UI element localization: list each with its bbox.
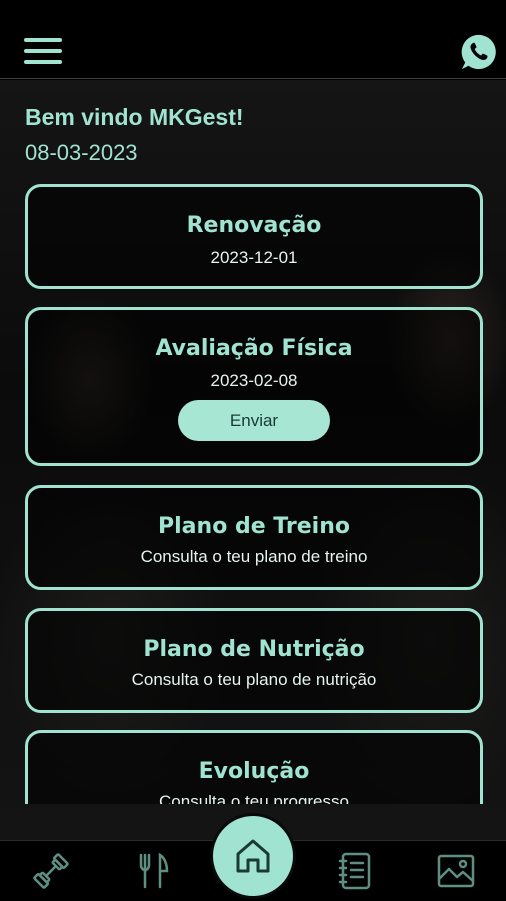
renewal-card[interactable]: Renovação 2023-12-01 bbox=[25, 184, 483, 289]
training-title: Plano de Treino bbox=[158, 514, 350, 539]
evolution-subtitle: Consulta o teu progresso bbox=[159, 792, 349, 804]
nutrition-plan-card[interactable]: Plano de Nutrição Consulta o teu plano d… bbox=[25, 608, 483, 713]
home-button[interactable] bbox=[213, 816, 293, 896]
nutrition-title: Plano de Nutrição bbox=[143, 637, 365, 662]
hamburger-menu-icon[interactable] bbox=[24, 38, 62, 66]
cards-list[interactable]: Renovação 2023-12-01 Avaliação Física 20… bbox=[0, 180, 506, 804]
training-plan-card[interactable]: Plano de Treino Consulta o teu plano de … bbox=[25, 485, 483, 590]
gallery-icon[interactable] bbox=[436, 851, 476, 891]
whatsapp-icon[interactable] bbox=[460, 33, 498, 71]
dumbbell-icon[interactable] bbox=[31, 851, 71, 891]
welcome-greeting: Bem vindo MKGest! bbox=[25, 104, 244, 130]
fork-knife-icon[interactable] bbox=[133, 851, 173, 891]
send-button[interactable]: Enviar bbox=[178, 400, 330, 441]
evolution-card[interactable]: Evolução Consulta o teu progresso bbox=[25, 730, 483, 804]
home-icon bbox=[236, 839, 270, 873]
assessment-date: 2023-02-08 bbox=[210, 371, 298, 390]
top-app-bar bbox=[0, 0, 506, 79]
assessment-title: Avaliação Física bbox=[155, 336, 353, 361]
training-subtitle: Consulta o teu plano de treino bbox=[140, 547, 368, 566]
renewal-date: 2023-12-01 bbox=[210, 248, 298, 267]
nutrition-subtitle: Consulta o teu plano de nutrição bbox=[131, 670, 377, 689]
physical-assessment-card[interactable]: Avaliação Física 2023-02-08 Enviar bbox=[25, 307, 483, 466]
notebook-icon[interactable] bbox=[335, 851, 375, 891]
evolution-title: Evolução bbox=[198, 759, 310, 784]
current-date: 08-03-2023 bbox=[25, 140, 138, 165]
renewal-title: Renovação bbox=[186, 213, 322, 238]
